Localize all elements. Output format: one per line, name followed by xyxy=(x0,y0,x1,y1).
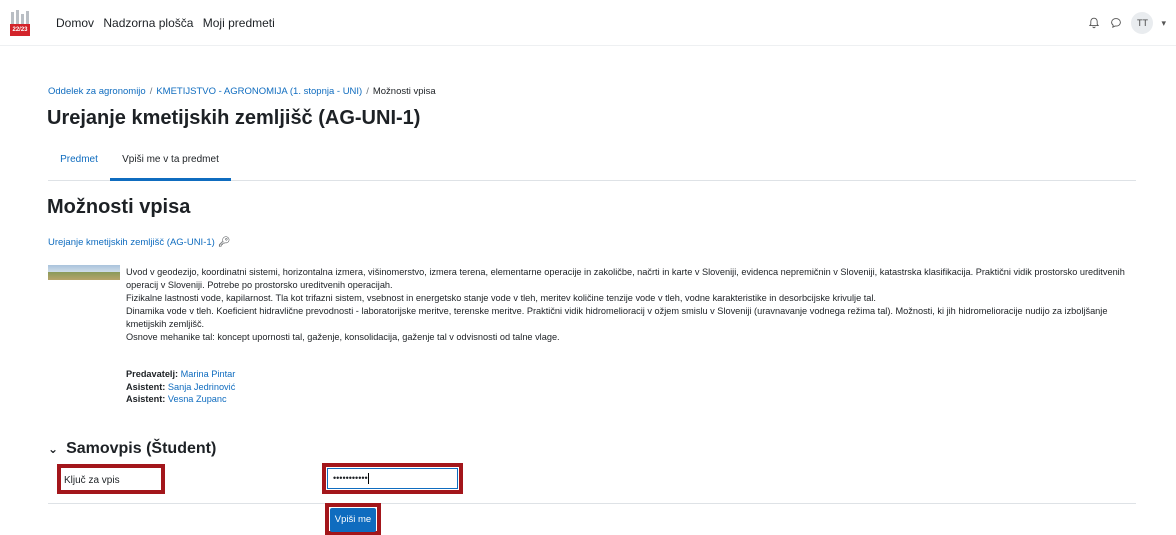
course-link[interactable]: Urejanje kmetijskih zemljišč (AG-UNI-1) xyxy=(48,237,215,248)
tab-course[interactable]: Predmet xyxy=(48,142,110,181)
nav-item-my-courses[interactable]: Moji predmeti xyxy=(203,16,275,30)
messages-chat-icon[interactable] xyxy=(1109,16,1123,30)
secondary-navigation-tabs: Predmet Vpiši me v ta predmet xyxy=(48,142,1136,181)
nav-item-home[interactable]: Domov xyxy=(56,16,94,30)
section-title: Možnosti vpisa xyxy=(47,196,191,218)
course-image xyxy=(48,265,120,280)
summary-paragraph: Osnove mehanike tal: koncept upornosti t… xyxy=(126,332,560,342)
notifications-bell-icon[interactable] xyxy=(1087,16,1101,30)
summary-paragraph: Fizikalne lastnosti vode, kapilarnost. T… xyxy=(126,293,876,303)
contact-row: Predavatelj: Marina Pintar xyxy=(126,368,235,381)
breadcrumb-separator: / xyxy=(366,86,369,97)
logo-badge: 22/23 xyxy=(10,24,30,36)
enrol-key-value: ••••••••••• xyxy=(333,473,368,483)
user-avatar[interactable]: TT xyxy=(1131,12,1154,34)
contact-name-link[interactable]: Sanja Jedrinović xyxy=(168,382,235,392)
enrol-key-label: Ključ za vpis xyxy=(64,475,120,486)
contact-name-link[interactable]: Marina Pintar xyxy=(181,369,236,379)
breadcrumb-item-current: Možnosti vpisa xyxy=(372,86,436,97)
course-contacts: Predavatelj: Marina Pintar Asistent: San… xyxy=(126,368,235,406)
text-cursor xyxy=(367,473,369,485)
contact-name-link[interactable]: Vesna Zupanc xyxy=(168,394,227,404)
summary-paragraph: Uvod v geodezijo, koordinatni sistemi, h… xyxy=(126,267,1125,290)
self-enrol-section-toggle[interactable]: ⌄ Samovpis (Študent) xyxy=(48,440,216,458)
self-enrol-heading: Samovpis (Študent) xyxy=(66,440,217,457)
course-summary: Uvod v geodezijo, koordinatni sistemi, h… xyxy=(126,266,1146,344)
contact-role: Predavatelj: xyxy=(126,369,179,379)
key-icon: 🔑︎ xyxy=(217,237,231,248)
logo-bars-icon xyxy=(11,10,29,24)
course-link-row: Urejanje kmetijskih zemljišč (AG-UNI-1) 🔑… xyxy=(48,237,231,248)
contact-row: Asistent: Sanja Jedrinović xyxy=(126,381,235,394)
top-navbar: 22/23 Domov Nadzorna plošča Moji predmet… xyxy=(0,0,1176,46)
user-navigation: TT ▾ xyxy=(1087,12,1166,34)
breadcrumb: Oddelek za agronomijo / KMETIJSTVO - AGRON… xyxy=(48,86,436,97)
contact-row: Asistent: Vesna Zupanc xyxy=(126,393,235,406)
primary-navigation: Domov Nadzorna plošča Moji predmeti xyxy=(56,16,281,30)
enrol-key-password-input[interactable]: ••••••••••• xyxy=(327,468,458,489)
chevron-down-icon: ⌄ xyxy=(48,442,59,456)
user-menu-chevron-down-icon[interactable]: ▾ xyxy=(1161,18,1166,29)
page-title: Urejanje kmetijskih zemljišč (AG-UNI-1) xyxy=(47,107,421,129)
breadcrumb-item-program[interactable]: KMETIJSTVO - AGRONOMIJA (1. stopnja - UN… xyxy=(156,86,362,97)
nav-item-dashboard[interactable]: Nadzorna plošča xyxy=(103,16,193,30)
enrol-me-button[interactable]: Vpiši me xyxy=(330,508,376,532)
summary-paragraph: Dinamika vode v tleh. Koeficient hidravl… xyxy=(126,306,1108,329)
contact-role: Asistent: xyxy=(126,381,166,392)
contact-role: Asistent: xyxy=(126,394,166,404)
breadcrumb-separator: / xyxy=(149,86,153,97)
site-logo[interactable]: 22/23 xyxy=(10,10,30,38)
tab-enrol-me[interactable]: Vpiši me v ta predmet xyxy=(110,142,231,181)
enrol-key-form-row xyxy=(48,464,1136,504)
breadcrumb-item-department[interactable]: Oddelek za agronomijo xyxy=(48,86,146,97)
